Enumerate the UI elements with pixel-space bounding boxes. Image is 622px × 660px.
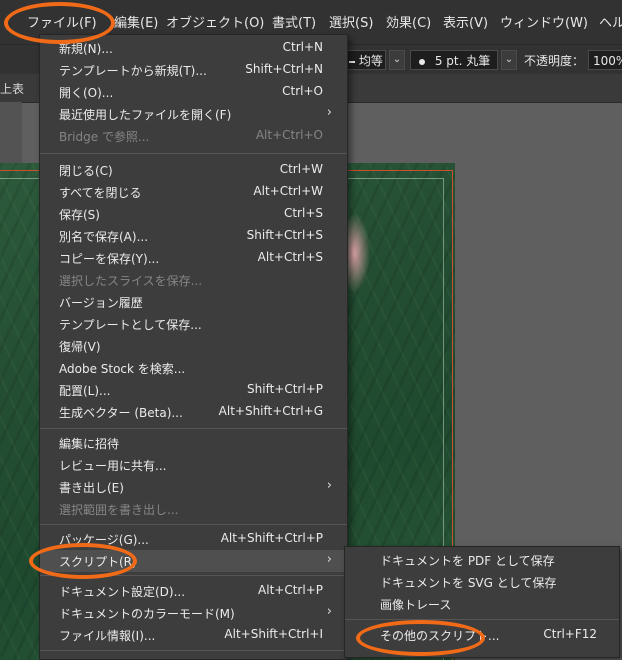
menu-separator [40, 153, 347, 154]
brush-dot-icon [419, 58, 425, 65]
menu-item-open[interactable]: 開く(O)... Ctrl+O [40, 81, 347, 103]
menu-window[interactable]: ウィンドウ(W) [500, 12, 588, 31]
submenu-item-save-as-pdf[interactable]: ドキュメントを PDF として保存 [345, 549, 619, 571]
menu-type[interactable]: 書式(T) [272, 12, 316, 31]
brush-select[interactable]: 5 pt. 丸筆 [410, 50, 498, 70]
submenu-separator [345, 619, 619, 620]
menu-item-file-info[interactable]: ファイル情報(I)... Alt+Shift+Ctrl+I [40, 624, 347, 646]
menu-item-export-selection: 選択範囲を書き出し... [59, 503, 179, 517]
menu-separator [40, 650, 347, 651]
menu-file[interactable]: ファイル(F) [27, 12, 97, 31]
menu-item-package[interactable]: パッケージ(G)... Alt+Shift+Ctrl+P [40, 528, 347, 550]
menu-select[interactable]: 選択(S) [329, 12, 373, 31]
menu-item-open-recent[interactable]: 最近使用したファイルを開く(F) › [40, 103, 347, 125]
menu-item-export[interactable]: 書き出し(E) › [40, 476, 347, 498]
stroke-profile-dropdown-icon[interactable]: ⌄ [389, 50, 405, 70]
opacity-input[interactable]: 100% [588, 50, 622, 70]
menu-item-save-selected-slices: 選択したスライスを保存... [59, 274, 203, 288]
submenu-arrow-icon: › [326, 478, 332, 493]
menu-item-share-for-review[interactable]: レビュー用に共有... [40, 454, 347, 476]
menu-view[interactable]: 表示(V) [443, 12, 488, 31]
menu-object[interactable]: オブジェクト(O) [166, 12, 264, 31]
menu-item-close-all[interactable]: すべてを閉じる Alt+Ctrl+W [40, 181, 347, 203]
menu-item-close[interactable]: 閉じる(C) Ctrl+W [40, 159, 347, 181]
menu-item-browse-bridge: Bridge で参照... Alt+Ctrl+O [59, 128, 323, 144]
opacity-label: 不透明度： [524, 54, 585, 68]
brush-dropdown-icon[interactable]: ⌄ [501, 50, 517, 70]
menu-edit[interactable]: 編集(E) [114, 12, 158, 31]
menu-item-new[interactable]: 新規(N)... Ctrl+N [40, 37, 347, 59]
menu-item-place[interactable]: 配置(L)... Shift+Ctrl+P [40, 379, 347, 401]
menu-item-save-copy[interactable]: コピーを保存(Y)... Alt+Ctrl+S [40, 247, 347, 269]
brush-value: 5 pt. 丸筆 [434, 54, 491, 68]
menu-item-revert[interactable]: 復帰(V) [40, 335, 347, 357]
menu-item-generate-vector[interactable]: 生成ベクター (Beta)... Alt+Shift+Ctrl+G [40, 401, 347, 423]
stroke-profile-value: 均等 [358, 54, 383, 68]
menu-separator [40, 575, 347, 576]
menu-item-save-as-template[interactable]: テンプレートとして保存... [40, 313, 347, 335]
menu-item-document-color-mode[interactable]: ドキュメントのカラーモード(M) › [40, 602, 347, 624]
file-menu: 新規(N)... Ctrl+N テンプレートから新規(T)... Shift+Ctr… [39, 34, 348, 660]
menu-effect[interactable]: 効果(C) [386, 12, 431, 31]
menu-item-search-adobe-stock[interactable]: Adobe Stock を検索... [40, 357, 347, 379]
menu-separator [40, 428, 347, 429]
submenu-arrow-icon: › [326, 604, 332, 619]
menu-item-document-setup[interactable]: ドキュメント設定(D)... Alt+Ctrl+P [40, 580, 347, 602]
document-tab-fragment[interactable]: 上表 [0, 80, 24, 97]
submenu-arrow-icon: › [326, 105, 332, 120]
menu-item-scripts[interactable]: スクリプト(R) › [40, 550, 347, 572]
menu-item-invite-to-edit[interactable]: 編集に招待 [40, 432, 347, 454]
menu-help[interactable]: ヘル [599, 12, 622, 31]
menu-item-save-as[interactable]: 別名で保存(A)... Shift+Ctrl+S [40, 225, 347, 247]
menu-item-save[interactable]: 保存(S) Ctrl+S [40, 203, 347, 225]
stroke-profile-line-icon [349, 60, 355, 63]
submenu-item-image-trace[interactable]: 画像トレース [345, 593, 619, 615]
scripts-submenu: ドキュメントを PDF として保存 ドキュメントを SVG として保存 画像トレ… [344, 546, 620, 658]
menu-item-new-from-template[interactable]: テンプレートから新規(T)... Shift+Ctrl+N [40, 59, 347, 81]
submenu-item-other-script[interactable]: その他のスクリプト... Ctrl+F12 [345, 624, 619, 646]
menu-item-version-history[interactable]: バージョン履歴 [40, 291, 347, 313]
stroke-profile-select[interactable]: 均等 [344, 50, 386, 70]
submenu-item-save-as-svg[interactable]: ドキュメントを SVG として保存 [345, 571, 619, 593]
submenu-arrow-icon: › [326, 552, 332, 567]
menu-separator [40, 524, 347, 525]
